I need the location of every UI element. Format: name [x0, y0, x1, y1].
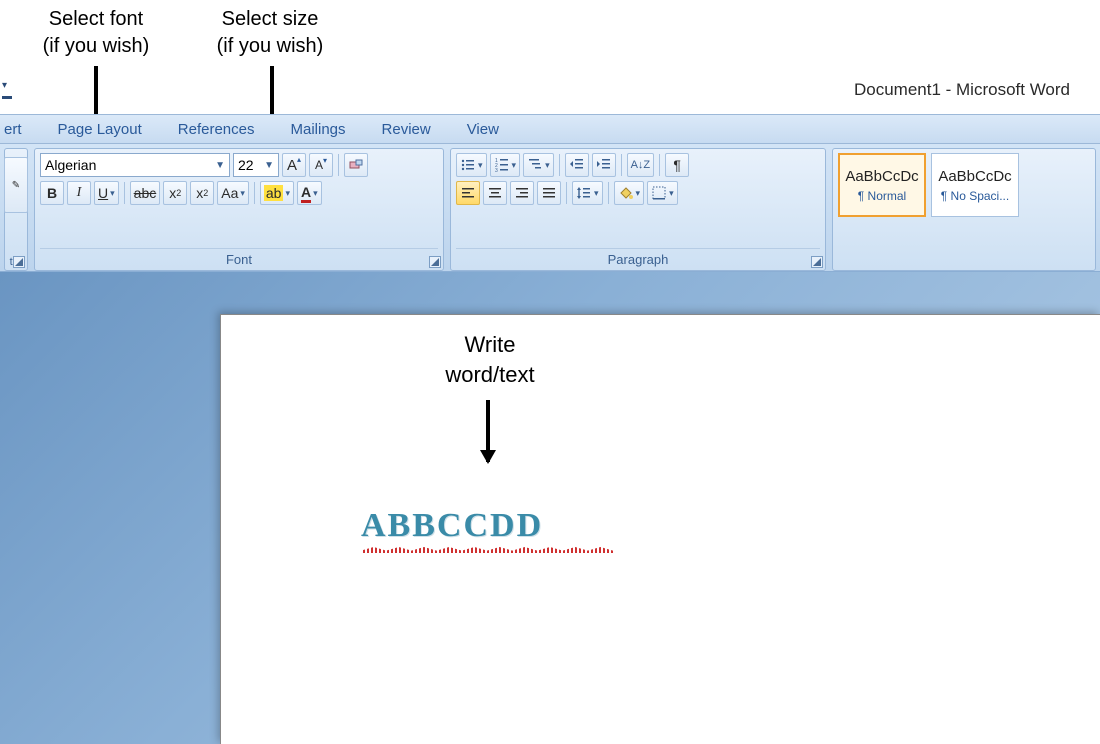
justify-icon [541, 185, 557, 201]
align-right-button[interactable] [510, 181, 534, 205]
underline-button[interactable]: U▾ [94, 181, 119, 205]
subscript-button[interactable]: x2 [163, 181, 187, 205]
font-color-button[interactable]: A▾ [297, 181, 322, 205]
ribbon-tabs: ert Page Layout References Mailings Revi… [0, 114, 1100, 144]
show-hide-marks-button[interactable]: ¶ [665, 153, 689, 177]
annotation-select-size: Select size(if you wish) [190, 6, 350, 60]
style-no-spacing[interactable]: AaBbCcDc ¶ No Spaci... [931, 153, 1019, 217]
font-size-value: 22 [238, 157, 254, 173]
bullets-button[interactable]: ▾ [456, 153, 487, 177]
svg-text:3: 3 [495, 168, 498, 173]
annotation-select-font: Select font(if you wish) [16, 6, 176, 60]
clear-formatting-button[interactable] [344, 153, 368, 177]
format-painter-button[interactable]: ✎ [4, 157, 28, 213]
shrink-font-button[interactable]: A▾ [309, 153, 333, 177]
group-title-paragraph: Paragraph [456, 248, 820, 268]
increase-indent-button[interactable] [592, 153, 616, 177]
change-case-button[interactable]: Aa▾ [217, 181, 249, 205]
borders-button[interactable]: ▾ [647, 181, 678, 205]
annotation-write-text: Writeword/text [390, 330, 590, 389]
tab-mailings[interactable]: Mailings [290, 121, 345, 138]
align-left-icon [460, 185, 476, 201]
qat-customize-icon[interactable]: ▾▬ [2, 80, 12, 102]
numbered-list-icon: 123 [494, 157, 510, 173]
align-left-button[interactable] [456, 181, 480, 205]
shading-button[interactable]: ▾ [614, 181, 645, 205]
chevron-down-icon: ▼ [264, 160, 274, 171]
group-paragraph: ▾ 123▾ ▾ A↓Z ¶ [450, 148, 826, 271]
indent-icon [596, 157, 612, 173]
align-right-icon [514, 185, 530, 201]
justify-button[interactable] [537, 181, 561, 205]
document-page[interactable]: ABBCCDD [220, 314, 1100, 744]
borders-icon [651, 185, 667, 201]
sort-button[interactable]: A↓Z [627, 153, 655, 177]
tab-page-layout[interactable]: Page Layout [58, 121, 142, 138]
superscript-button[interactable]: x2 [190, 181, 214, 205]
dialog-launcher-icon[interactable] [429, 256, 441, 268]
align-center-button[interactable] [483, 181, 507, 205]
font-name-combo[interactable]: Algerian ▼ [40, 153, 230, 177]
style-normal[interactable]: AaBbCcDc ¶ Normal [838, 153, 926, 217]
multilevel-list-button[interactable]: ▾ [523, 153, 554, 177]
bold-button[interactable]: B [40, 181, 64, 205]
highlight-button[interactable]: ab▾ [260, 181, 294, 205]
decrease-indent-button[interactable] [565, 153, 589, 177]
line-spacing-button[interactable]: ▾ [572, 181, 603, 205]
multilevel-list-icon [527, 157, 543, 173]
window-title: Document1 - Microsoft Word [854, 80, 1070, 100]
bullet-list-icon [460, 157, 476, 173]
tab-review[interactable]: Review [382, 121, 431, 138]
paint-bucket-icon [618, 185, 634, 201]
tab-references[interactable]: References [178, 121, 255, 138]
ribbon: ✎ ter Algerian ▼ 22 ▼ A▴ A▾ B I U▾ [0, 144, 1100, 272]
dialog-launcher-icon[interactable] [13, 256, 25, 268]
align-center-icon [487, 185, 503, 201]
arrow-down-icon [486, 400, 490, 462]
spellcheck-underline-icon [361, 547, 613, 553]
numbering-button[interactable]: 123▾ [490, 153, 521, 177]
tab-view[interactable]: View [467, 121, 499, 138]
eraser-icon [348, 157, 364, 173]
group-title-font: Font [40, 248, 438, 268]
group-clipboard-partial: ✎ ter [4, 148, 28, 271]
dialog-launcher-icon[interactable] [811, 256, 823, 268]
strikethrough-button[interactable]: abc [130, 181, 161, 205]
line-spacing-icon [576, 185, 592, 201]
tab-insert-partial[interactable]: ert [4, 121, 22, 138]
italic-button[interactable]: I [67, 181, 91, 205]
document-text[interactable]: ABBCCDD [361, 507, 543, 545]
font-name-value: Algerian [45, 157, 96, 173]
outdent-icon [569, 157, 585, 173]
font-size-combo[interactable]: 22 ▼ [233, 153, 279, 177]
group-styles: AaBbCcDc ¶ Normal AaBbCcDc ¶ No Spaci... [832, 148, 1096, 271]
group-font: Algerian ▼ 22 ▼ A▴ A▾ B I U▾ abc x2 x2 A… [34, 148, 444, 271]
chevron-down-icon: ▼ [215, 160, 225, 171]
grow-font-button[interactable]: A▴ [282, 153, 306, 177]
